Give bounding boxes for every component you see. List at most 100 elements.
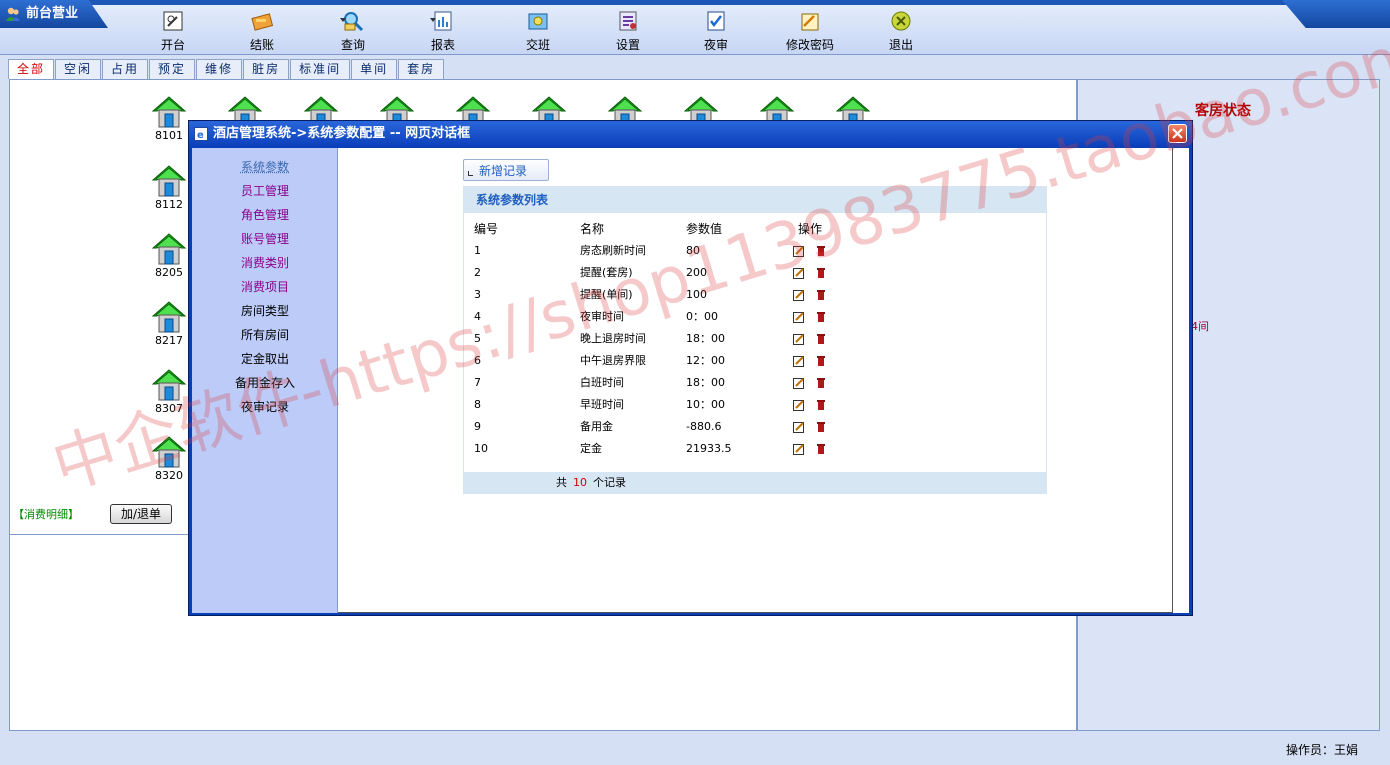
report-button[interactable]: 报表 <box>403 10 483 53</box>
delete-icon[interactable] <box>816 443 826 454</box>
edit-icon[interactable] <box>793 267 805 279</box>
param-name: 备用金 <box>580 420 613 433</box>
menu-item-night-audit-records[interactable]: 夜审记录 <box>192 398 338 415</box>
room-card[interactable]: 8205 <box>149 232 189 279</box>
col-header-name: 名称 <box>580 222 605 236</box>
night-audit-button[interactable]: 夜审 <box>676 10 756 53</box>
menu-item-reserve-deposit[interactable]: 备用金存入 <box>192 374 338 391</box>
param-name: 提醒(单间) <box>580 288 633 301</box>
room-card[interactable]: 8101 <box>149 95 189 142</box>
menu-item-all-rooms[interactable]: 所有房间 <box>192 326 338 343</box>
tab-single[interactable]: 单间 <box>351 59 398 79</box>
chevron-down-icon <box>340 18 346 22</box>
tab-all[interactable]: 全部 <box>8 59 55 79</box>
table-row: 10 定金 21933.5 <box>464 438 1046 460</box>
settings-button[interactable]: 设置 <box>588 10 668 53</box>
edit-icon[interactable] <box>793 333 805 345</box>
dialog-body: 系统参数 员工管理 角色管理 账号管理 消费类别 消费项目 房间类型 所有房间 … <box>192 148 1189 613</box>
param-value: 18：00 <box>686 376 725 389</box>
exit-icon <box>891 11 911 31</box>
add-record-button[interactable]: 新增记录 <box>463 159 549 181</box>
exit-button[interactable]: 退出 <box>861 10 941 53</box>
delete-icon[interactable] <box>816 399 826 410</box>
menu-item-room-types[interactable]: 房间类型 <box>192 302 338 319</box>
table-row: 8 早班时间 10：00 <box>464 394 1046 416</box>
delete-icon[interactable] <box>816 311 826 322</box>
change-password-button[interactable]: 修改密码 <box>770 10 850 53</box>
tab-maintenance[interactable]: 维修 <box>196 59 243 79</box>
delete-icon[interactable] <box>816 245 826 256</box>
edit-icon[interactable] <box>793 355 805 367</box>
tab-standard[interactable]: 标准间 <box>290 59 351 79</box>
dialog-close-button[interactable] <box>1168 124 1187 143</box>
menu-item-consume-category[interactable]: 消费类别 <box>192 254 338 271</box>
edit-icon[interactable] <box>793 443 805 455</box>
settings-icon <box>619 11 637 31</box>
param-name: 晚上退房时间 <box>580 332 646 345</box>
room-number: 8101 <box>155 129 183 142</box>
menu-item-deposit-withdraw[interactable]: 定金取出 <box>192 350 338 367</box>
room-number: 8217 <box>155 334 183 347</box>
night-audit-icon <box>707 11 725 31</box>
record-count-suffix: 个记录 <box>593 476 626 489</box>
add-icon <box>468 171 473 176</box>
menu-item-accounts[interactable]: 账号管理 <box>192 230 338 247</box>
delete-icon[interactable] <box>816 333 826 344</box>
delete-icon[interactable] <box>816 355 826 366</box>
room-card[interactable]: 8217 <box>149 300 189 347</box>
room-card[interactable]: 8320 <box>149 435 189 482</box>
param-value: 100 <box>686 288 707 301</box>
params-content: 新增记录 系统参数列表 编号 名称 参数值 操作 1 房态刷新时间 80 2 提醒(套房… <box>338 148 1173 613</box>
user-icon <box>6 7 20 21</box>
room-card[interactable]: 8307 <box>149 368 189 415</box>
menu-item-roles[interactable]: 角色管理 <box>192 206 338 223</box>
edit-icon[interactable] <box>793 245 805 257</box>
menu-item-staff[interactable]: 员工管理 <box>192 182 338 199</box>
delete-icon[interactable] <box>816 267 826 278</box>
param-id: 4 <box>474 310 481 323</box>
checkout-button[interactable]: 结账 <box>222 10 302 53</box>
add-return-order-button[interactable]: 加/退单 <box>110 504 172 524</box>
svg-text:e: e <box>197 130 204 141</box>
tab-occupied[interactable]: 占用 <box>102 59 149 79</box>
param-value: 0：00 <box>686 310 718 323</box>
record-count-number: 10 <box>573 476 587 489</box>
tab-reserved[interactable]: 预定 <box>149 59 196 79</box>
menu-item-consume-items[interactable]: 消费项目 <box>192 278 338 295</box>
edit-icon[interactable] <box>793 289 805 301</box>
open-table-button[interactable]: 开台 <box>133 10 213 53</box>
tab-vacant[interactable]: 空闲 <box>55 59 102 79</box>
room-card[interactable]: 8112 <box>149 164 189 211</box>
room-number: 8320 <box>155 469 183 482</box>
house-icon <box>152 164 186 198</box>
edit-icon[interactable] <box>793 399 805 411</box>
param-value: 80 <box>686 244 700 257</box>
param-id: 5 <box>474 332 481 345</box>
delete-icon[interactable] <box>816 377 826 388</box>
tab-suite[interactable]: 套房 <box>398 59 445 79</box>
params-list-title: 系统参数列表 <box>464 187 1046 213</box>
table-row: 5 晚上退房时间 18：00 <box>464 328 1046 350</box>
edit-icon[interactable] <box>793 311 805 323</box>
params-list: 系统参数列表 编号 名称 参数值 操作 1 房态刷新时间 80 2 提醒(套房) 200 3… <box>463 186 1047 494</box>
house-icon <box>152 435 186 469</box>
edit-icon[interactable] <box>793 377 805 389</box>
table-row: 7 白班时间 18：00 <box>464 372 1046 394</box>
query-button[interactable]: 查询 <box>313 10 393 53</box>
menu-item-system-params[interactable]: 系统参数 <box>192 158 338 175</box>
room-status-title: 客房状态 <box>1195 103 1251 119</box>
edit-icon[interactable] <box>793 421 805 433</box>
shift-button[interactable]: 交班 <box>498 10 578 53</box>
delete-icon[interactable] <box>816 289 826 300</box>
list-footer: 共 10 个记录 <box>464 472 1046 494</box>
open-table-icon <box>163 11 183 31</box>
param-value: 18：00 <box>686 332 725 345</box>
top-accent-line <box>86 0 1298 5</box>
delete-icon[interactable] <box>816 421 826 432</box>
param-id: 8 <box>474 398 481 411</box>
param-name: 提醒(套房) <box>580 266 633 279</box>
param-value: 12：00 <box>686 354 725 367</box>
tab-dirty[interactable]: 脏房 <box>243 59 290 79</box>
toolbar-label: 夜审 <box>703 38 728 52</box>
room-number: 8307 <box>155 402 183 415</box>
